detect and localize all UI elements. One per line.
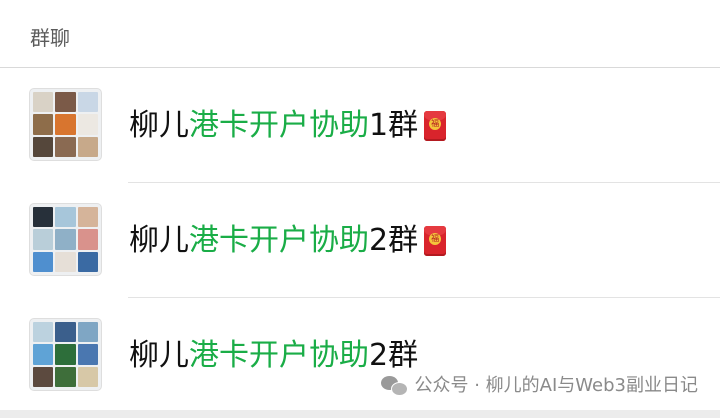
chat-name-suffix: 2群 xyxy=(369,338,419,373)
red-packet-seal: 福 xyxy=(429,118,442,130)
group-avatar xyxy=(29,88,102,161)
chat-name-suffix: 1群 xyxy=(369,108,419,143)
chat-name: 柳儿 港卡开户协助 2群福 xyxy=(129,221,447,261)
avatar-tile xyxy=(33,366,54,387)
group-chat-search-results: 群聊 柳儿 港卡开户协助 1群福 柳儿 港卡开户协助 2群 福 柳儿 港卡开户协… xyxy=(0,0,720,418)
chat-list-item[interactable]: 柳儿 港卡开户协助 2群福 xyxy=(0,183,720,298)
red-packet-icon: 福 xyxy=(424,226,447,256)
avatar-tile xyxy=(33,251,54,272)
chat-name-suffix: 2群 xyxy=(369,223,419,258)
avatar-tile xyxy=(77,344,98,365)
avatar-tile xyxy=(33,207,54,228)
avatar-tile xyxy=(77,136,98,157)
group-avatar xyxy=(29,203,102,276)
avatar-tile xyxy=(33,344,54,365)
red-packet-seal: 福 xyxy=(429,233,442,245)
avatar-tile xyxy=(33,92,54,113)
avatar-tile xyxy=(55,344,76,365)
avatar-tile xyxy=(77,207,98,228)
chat-list-item[interactable]: 柳儿 港卡开户协助 1群福 xyxy=(0,68,720,183)
avatar-tile xyxy=(55,366,76,387)
avatar-tile xyxy=(33,114,54,135)
avatar-tile xyxy=(77,322,98,343)
watermark-text: 公众号 · 柳儿的AI与Web3副业日记 xyxy=(414,375,698,396)
section-title: 群聊 xyxy=(30,26,70,50)
chat-name-highlight: 港卡开户协助 xyxy=(189,338,369,373)
watermark: 公众号 · 柳儿的AI与Web3副业日记 xyxy=(380,374,698,398)
group-avatar xyxy=(29,318,102,391)
chat-name-prefix: 柳儿 xyxy=(129,338,189,373)
avatar-tile xyxy=(55,251,76,272)
bottom-separator xyxy=(0,410,720,418)
avatar-tile xyxy=(77,251,98,272)
avatar-tile xyxy=(33,229,54,250)
avatar-tile xyxy=(55,207,76,228)
chat-name-prefix: 柳儿 xyxy=(129,108,189,143)
chat-name-prefix: 柳儿 xyxy=(129,223,189,258)
chat-name-highlight: 港卡开户协助 xyxy=(189,223,369,258)
avatar-tile xyxy=(55,229,76,250)
avatar-tile xyxy=(77,92,98,113)
wechat-icon xyxy=(380,375,408,397)
avatar-tile xyxy=(55,92,76,113)
avatar-tile xyxy=(55,322,76,343)
chat-name: 柳儿 港卡开户协助 1群福 xyxy=(129,106,447,146)
avatar-tile xyxy=(33,322,54,343)
avatar-tile xyxy=(77,229,98,250)
red-packet-icon: 福 xyxy=(424,111,447,141)
avatar-tile xyxy=(77,114,98,135)
avatar-tile xyxy=(77,366,98,387)
section-header: 群聊 xyxy=(0,0,720,68)
avatar-tile xyxy=(33,136,54,157)
chat-name: 柳儿 港卡开户协助 2群 xyxy=(129,336,418,376)
chat-name-highlight: 港卡开户协助 xyxy=(189,108,369,143)
avatar-tile xyxy=(55,136,76,157)
avatar-tile xyxy=(55,114,76,135)
